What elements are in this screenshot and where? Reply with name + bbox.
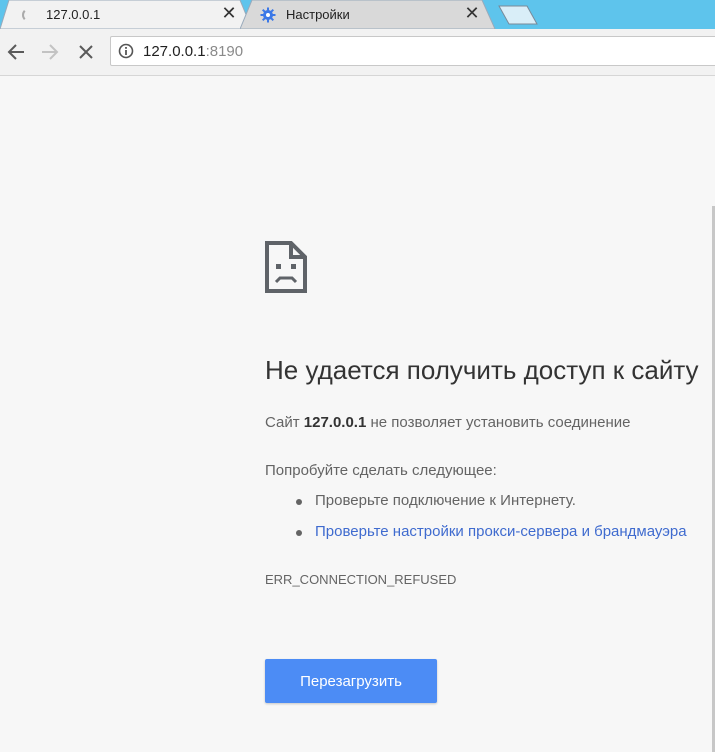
gear-icon (260, 7, 276, 22)
bullet-icon (296, 530, 302, 536)
new-tab-button[interactable] (493, 0, 543, 29)
close-tab-icon[interactable]: ✕ (220, 5, 238, 23)
loading-spinner-icon (22, 7, 36, 22)
desc-prefix: Сайт (265, 414, 304, 431)
desc-suffix: не позволяет установить соединение (366, 414, 631, 431)
error-description: Сайт 127.0.0.1 не позволяет установить с… (265, 414, 631, 431)
suggestion-check-connection: Проверьте подключение к Интернету. (315, 492, 576, 509)
sad-page-icon (265, 241, 307, 293)
tab-title: 127.0.0.1 (46, 7, 101, 22)
close-tab-icon[interactable]: ✕ (463, 5, 481, 23)
tab-title: Настройки (286, 7, 350, 22)
suggestions-heading: Попробуйте сделать следующее: (265, 462, 497, 479)
suggestions-list: Проверьте подключение к Интернету. Прове… (265, 488, 687, 550)
bullet-icon (296, 499, 302, 505)
arrow-left-icon (7, 44, 24, 60)
reload-button[interactable]: Перезагрузить (265, 659, 437, 703)
arrow-right-icon (42, 44, 59, 60)
stop-button[interactable] (74, 39, 98, 65)
list-item: Проверьте настройки прокси-сервера и бра… (265, 519, 687, 550)
error-title: Не удается получить доступ к сайту (265, 355, 699, 385)
info-icon[interactable] (118, 43, 134, 59)
close-icon (79, 45, 93, 59)
address-bar[interactable]: 127.0.0.1:8190 (110, 36, 715, 66)
back-button[interactable] (4, 39, 28, 65)
list-item: Проверьте подключение к Интернету. (265, 488, 687, 519)
tab-strip: 127.0.0.1 ✕ Настройки ✕ (0, 0, 715, 29)
desc-host: 127.0.0.1 (303, 414, 367, 431)
proxy-firewall-link[interactable]: Проверьте настройки прокси-сервера и бра… (315, 523, 687, 540)
error-page: Не удается получить доступ к сайту Сайт … (0, 76, 715, 752)
url-text[interactable]: 127.0.0.1:8190 (143, 43, 243, 60)
error-code: ERR_CONNECTION_REFUSED (265, 572, 457, 587)
tab-settings[interactable]: Настройки ✕ (240, 0, 505, 29)
toolbar: 127.0.0.1:8190 (0, 29, 715, 76)
tab-localhost[interactable]: 127.0.0.1 ✕ (0, 0, 262, 29)
url-host: 127.0.0.1 (143, 43, 206, 60)
url-port: :8190 (205, 43, 244, 60)
forward-button[interactable] (38, 39, 62, 65)
